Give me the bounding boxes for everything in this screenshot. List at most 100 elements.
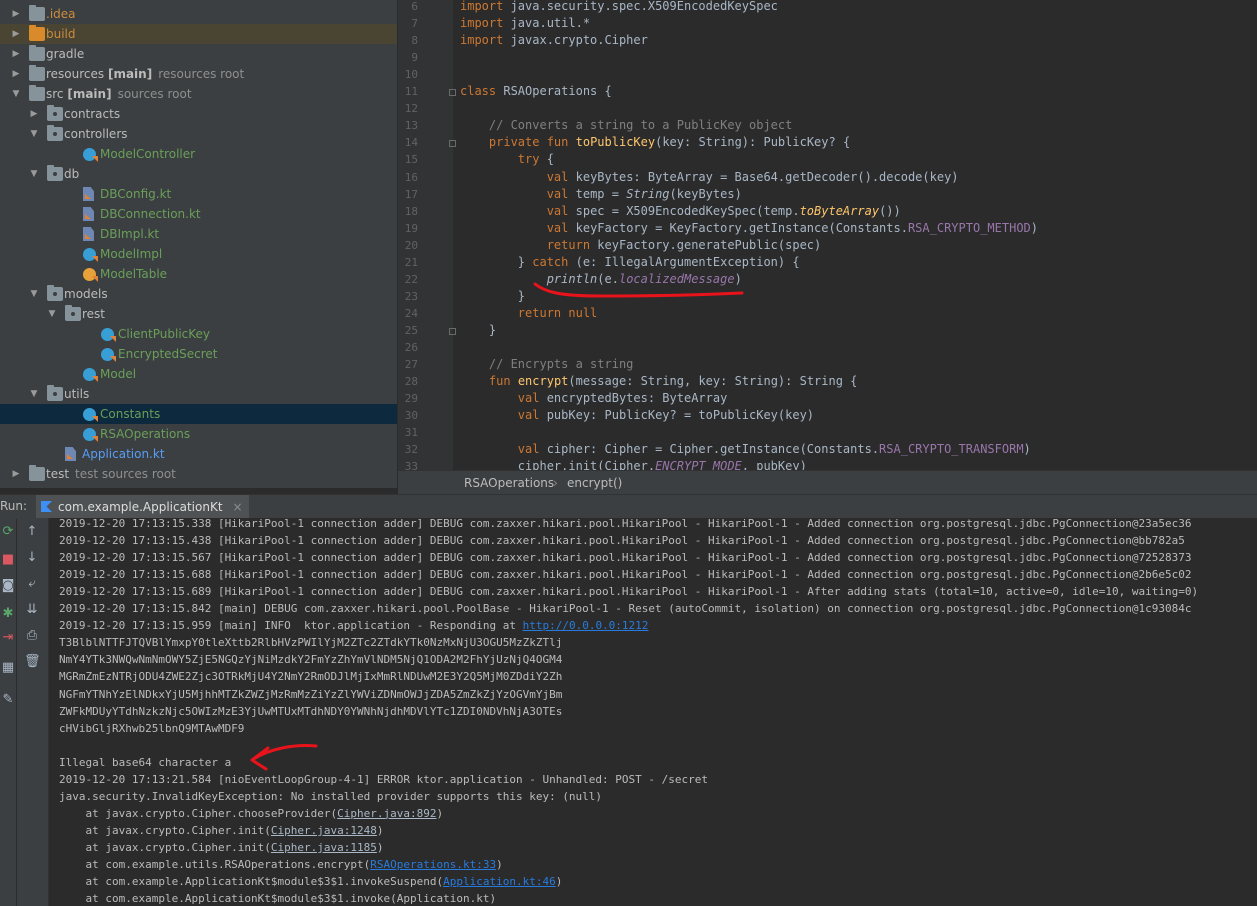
chevron-down-icon[interactable]: ▼ xyxy=(10,84,22,104)
scroll-to-end-icon[interactable]: ⇊ xyxy=(24,602,40,618)
tree-item-label: Model xyxy=(100,367,137,381)
tree-item-label: ClientPublicKey xyxy=(118,327,211,341)
tree-item[interactable]: ▼ rest xyxy=(0,304,397,324)
fold-marker-icon[interactable] xyxy=(449,327,456,335)
code-line[interactable]: } catch (e: IllegalArgumentException) { xyxy=(460,254,800,271)
tree-item[interactable]: ▼ controllers xyxy=(0,124,397,144)
tree-item[interactable]: RSAOperations xyxy=(0,424,397,444)
breadcrumb-function[interactable]: encrypt() xyxy=(567,471,622,495)
tree-item[interactable]: ModelImpl xyxy=(0,244,397,264)
code-line[interactable]: val pubKey: PublicKey? = toPublicKey(key… xyxy=(460,407,814,424)
up-arrow-icon[interactable]: ↑ xyxy=(24,524,40,540)
tree-item[interactable]: EncryptedSecret xyxy=(0,344,397,364)
tree-item[interactable]: ClientPublicKey xyxy=(0,324,397,344)
tree-item[interactable]: Constants xyxy=(0,404,397,424)
code-line[interactable]: return keyFactory.generatePublic(spec) xyxy=(460,237,822,254)
camera-icon[interactable]: ◙ xyxy=(0,578,16,594)
chevron-right-icon[interactable]: ▶ xyxy=(10,64,22,84)
chevron-right-icon[interactable]: ▶ xyxy=(10,4,22,24)
console-line: NmY4YTk3NWQwNmNmOWY5ZjE5NGQzYjNiMzdkY2Fm… xyxy=(59,653,563,667)
line-number: 26 xyxy=(404,341,418,354)
stop-icon[interactable]: ■ xyxy=(0,552,16,568)
chevron-right-icon[interactable]: ▶ xyxy=(28,104,40,124)
fold-marker-icon[interactable] xyxy=(449,89,456,97)
tree-item[interactable]: ▼ src [main] sources root xyxy=(0,84,397,104)
tree-item[interactable]: ModelController xyxy=(0,144,397,164)
trash-icon[interactable]: 🗑 xyxy=(24,654,41,670)
chevron-down-icon[interactable]: ▼ xyxy=(46,304,58,324)
tab-application-run[interactable]: com.example.ApplicationKt × xyxy=(36,495,249,519)
code-line[interactable]: return null xyxy=(460,305,597,322)
tree-item[interactable]: ▶ .idea xyxy=(0,4,397,24)
tree-item[interactable]: Model xyxy=(0,364,397,384)
breadcrumb-class[interactable]: RSAOperations xyxy=(464,471,554,495)
code-line[interactable]: private fun toPublicKey(key: String): Pu… xyxy=(460,134,850,151)
code-line[interactable]: val cipher: Cipher = Cipher.getInstance(… xyxy=(460,441,1031,458)
tree-item[interactable]: DBConfig.kt xyxy=(0,184,397,204)
code-line[interactable]: val keyFactory = KeyFactory.getInstance(… xyxy=(460,220,1038,237)
console-output[interactable]: 2019-12-20 17:13:15.338 [HikariPool-1 co… xyxy=(49,518,1257,906)
close-icon[interactable]: × xyxy=(233,500,243,514)
soft-wrap-icon[interactable]: ⤶ xyxy=(24,576,40,592)
package-icon xyxy=(47,105,63,121)
code-line[interactable]: // Encrypts a string xyxy=(460,356,634,373)
down-arrow-icon[interactable]: ↓ xyxy=(24,550,40,566)
tree-item[interactable]: ▶ test test sources root xyxy=(0,464,397,484)
code-editor[interactable]: 6 7 8 9 10 11 12 13 14 15 16 17 18 19 20 21 22 23 24 25 26 27… xyxy=(398,0,1257,470)
chevron-down-icon[interactable]: ▼ xyxy=(28,384,40,404)
tree-item[interactable]: Application.kt xyxy=(0,444,397,464)
chevron-right-icon[interactable]: ▶ xyxy=(10,44,22,64)
fold-marker-icon[interactable] xyxy=(449,140,456,148)
tree-item[interactable]: ▼ utils xyxy=(0,384,397,404)
tree-item[interactable]: ▶ gradle xyxy=(0,44,397,64)
chevron-down-icon[interactable]: ▼ xyxy=(28,124,40,144)
tree-item[interactable]: ▼ models xyxy=(0,284,397,304)
tree-item[interactable]: ▶ contracts xyxy=(0,104,397,124)
project-tree: ▶ .idea ▶ build ▶ gradle ▶ resources [main] reso… xyxy=(0,0,397,488)
print-icon[interactable]: ⎙ xyxy=(24,628,40,644)
tree-item-label: resources [main] resources root xyxy=(46,67,245,81)
chevron-right-icon[interactable]: ▶ xyxy=(10,24,22,44)
tree-item-label: ModelTable xyxy=(100,267,168,281)
line-gutter: 6 7 8 9 10 11 12 13 14 15 16 17 18 19 20 21 22 23 24 25 26 27… xyxy=(398,0,456,470)
code-line[interactable]: cipher.init(Cipher.ENCRYPT_MODE, pubKey) xyxy=(460,458,807,470)
tree-item-hint: sources root xyxy=(117,87,192,101)
tree-item[interactable]: ▶ resources [main] resources root xyxy=(0,64,397,84)
console-line: at com.example.ApplicationKt$module$3$1.… xyxy=(59,892,497,906)
line-number: 9 xyxy=(411,51,418,65)
code-line[interactable]: } xyxy=(460,322,496,339)
code-line[interactable]: println(e.localizedMessage) xyxy=(460,271,742,288)
code-line[interactable]: // Converts a string to a PublicKey obje… xyxy=(460,117,792,134)
chevron-down-icon[interactable]: ▼ xyxy=(28,284,40,304)
exit-icon[interactable]: ⇥ xyxy=(0,630,16,646)
tree-item-label: contracts xyxy=(64,107,121,121)
code-line[interactable]: fun encrypt(message: String, key: String… xyxy=(460,373,857,390)
tree-item[interactable]: DBImpl.kt xyxy=(0,224,397,244)
tree-item[interactable]: ▼ db xyxy=(0,164,397,184)
tree-item-label: test test sources root xyxy=(46,467,176,481)
code-line[interactable]: val encryptedBytes: ByteArray xyxy=(460,390,728,407)
code-line[interactable]: import java.util.* xyxy=(460,15,590,32)
breadcrumb-separator: › xyxy=(553,476,558,490)
chevron-right-icon[interactable]: ▶ xyxy=(10,464,22,484)
layout-icon[interactable]: ▦ xyxy=(0,660,16,676)
code-line[interactable]: val temp = String(keyBytes) xyxy=(460,186,742,203)
code-line[interactable]: class RSAOperations { xyxy=(460,83,612,100)
code-line[interactable]: val spec = X509EncodedKeySpec(temp.toByt… xyxy=(460,203,901,220)
line-number: 33 xyxy=(404,460,418,470)
rerun-icon[interactable]: ⟳ xyxy=(0,524,16,540)
code-line[interactable]: import javax.crypto.Cipher xyxy=(460,32,648,49)
code-line[interactable]: val keyBytes: ByteArray = Base64.getDeco… xyxy=(460,169,959,186)
tree-item[interactable]: DBConnection.kt xyxy=(0,204,397,224)
tree-item[interactable]: ▶ build xyxy=(0,24,397,44)
kotlin-class-icon xyxy=(101,328,114,341)
line-number: 12 xyxy=(404,102,418,116)
tree-item[interactable]: ModelTable xyxy=(0,264,397,284)
pin-icon[interactable]: ✎ xyxy=(0,692,16,708)
debug-icon[interactable]: ✱ xyxy=(0,606,16,622)
line-number: 16 xyxy=(404,170,418,184)
code-line[interactable]: } xyxy=(460,288,525,305)
code-line[interactable]: try { xyxy=(460,151,554,168)
chevron-down-icon[interactable]: ▼ xyxy=(28,164,40,184)
code-line[interactable]: import java.security.spec.X509EncodedKey… xyxy=(460,0,778,15)
